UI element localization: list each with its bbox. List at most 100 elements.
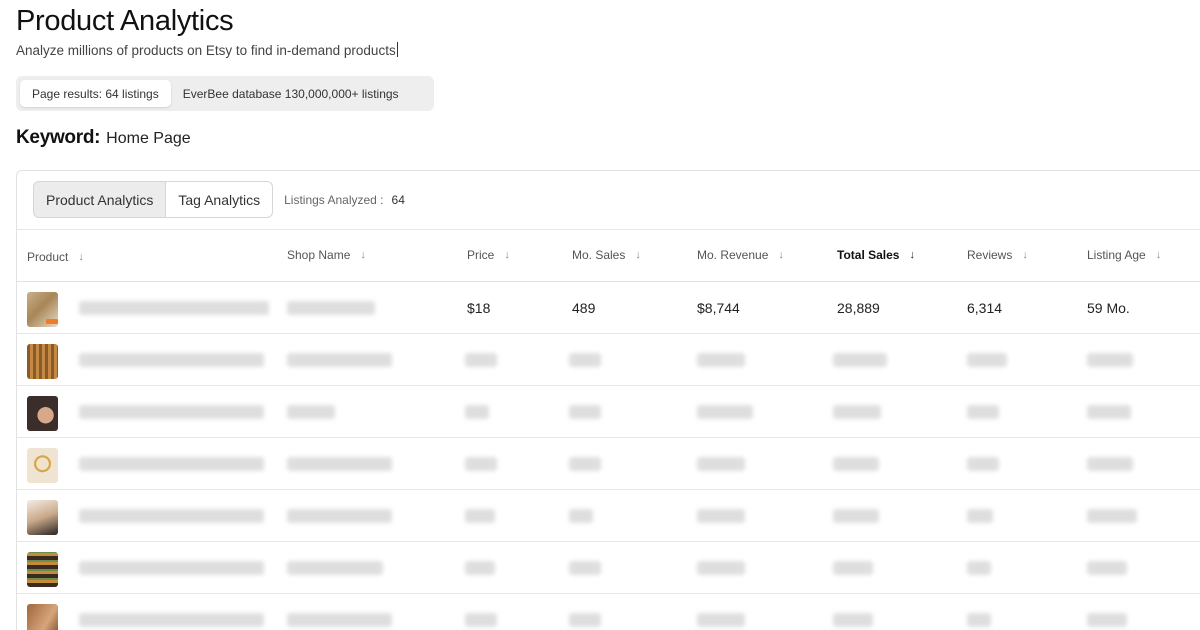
reviews-cell xyxy=(967,438,999,490)
column-label: Listing Age xyxy=(1087,248,1146,262)
arrow-down-icon[interactable]: ↓ xyxy=(778,249,784,261)
reviews-cell xyxy=(967,594,991,630)
shop-name[interactable] xyxy=(287,282,375,334)
tab-tag-analytics[interactable]: Tag Analytics xyxy=(166,181,274,218)
total-sales-cell xyxy=(833,438,879,490)
product-title[interactable] xyxy=(79,490,264,542)
mo-revenue-cell xyxy=(697,334,745,386)
shop-name[interactable] xyxy=(287,490,392,542)
table-row[interactable] xyxy=(17,542,1200,594)
listing-age-cell xyxy=(1087,594,1127,630)
keyword-line: Keyword: Home Page xyxy=(16,127,191,149)
results-scope-toggle: Page results: 64 listings EverBee databa… xyxy=(16,76,434,111)
mo-revenue-cell xyxy=(697,542,745,594)
product-thumbnail[interactable] xyxy=(27,604,58,630)
reviews-cell: 6,314 xyxy=(967,300,1003,316)
mo-revenue-cell xyxy=(697,490,745,542)
column-header-mo-sales[interactable]: Mo. Sales ↓ xyxy=(572,248,641,262)
product-title[interactable] xyxy=(79,282,269,334)
price-cell xyxy=(465,386,489,438)
listing-age-cell xyxy=(1087,542,1127,594)
page-results-option[interactable]: Page results: 64 listings xyxy=(20,80,171,107)
column-label: Mo. Sales xyxy=(572,248,626,262)
arrow-down-icon[interactable]: ↓ xyxy=(635,249,641,261)
analytics-panel: Product Analytics Tag Analytics Listings… xyxy=(16,170,1200,630)
column-label: Mo. Revenue xyxy=(697,248,769,262)
reviews-cell xyxy=(967,490,993,542)
mo-sales-cell xyxy=(569,490,593,542)
product-title[interactable] xyxy=(79,334,264,386)
column-header-price[interactable]: Price ↓ xyxy=(467,248,510,262)
column-header-listing-age[interactable]: Listing Age ↓ xyxy=(1087,248,1161,262)
mo-revenue-cell: $8,744 xyxy=(697,300,740,316)
page-title: Product Analytics xyxy=(16,5,234,37)
listings-analyzed-count: 64 xyxy=(391,192,405,207)
price-cell xyxy=(465,594,497,630)
product-thumbnail[interactable] xyxy=(27,500,58,535)
mo-revenue-cell xyxy=(697,594,745,630)
product-title[interactable] xyxy=(79,438,264,490)
listing-age-cell: 59 Mo. xyxy=(1087,300,1130,316)
total-sales-cell xyxy=(833,594,873,630)
listing-age-cell xyxy=(1087,334,1133,386)
arrow-down-icon[interactable]: ↓ xyxy=(1156,249,1162,261)
table-row[interactable] xyxy=(17,594,1200,630)
arrow-down-icon[interactable]: ↓ xyxy=(78,251,84,263)
column-header-reviews[interactable]: Reviews ↓ xyxy=(967,248,1028,262)
mo-sales-cell xyxy=(569,386,601,438)
shop-name[interactable] xyxy=(287,334,392,386)
column-label: Shop Name xyxy=(287,248,351,262)
product-thumbnail[interactable] xyxy=(27,292,58,327)
product-thumbnail[interactable] xyxy=(27,344,58,379)
mo-sales-cell xyxy=(569,542,601,594)
tab-product-analytics[interactable]: Product Analytics xyxy=(33,181,167,218)
mo-sales-cell: 489 xyxy=(572,300,596,316)
price-cell xyxy=(465,438,497,490)
column-header-product[interactable]: Product ↓ xyxy=(27,250,84,264)
product-title[interactable] xyxy=(79,594,264,630)
shop-name[interactable] xyxy=(287,386,335,438)
keyword-value: Home Page xyxy=(106,130,191,147)
total-sales-cell xyxy=(833,490,879,542)
product-thumbnail[interactable] xyxy=(27,396,58,431)
product-title[interactable] xyxy=(79,386,264,438)
total-sales-cell xyxy=(833,334,887,386)
keyword-label: Keyword: xyxy=(16,127,101,148)
analytics-tabs: Product Analytics Tag Analytics Listings… xyxy=(33,181,405,218)
listings-analyzed: Listings Analyzed : 64 xyxy=(284,193,405,207)
product-title[interactable] xyxy=(79,542,264,594)
arrow-down-icon[interactable]: ↓ xyxy=(909,249,915,261)
column-label: Reviews xyxy=(967,248,1013,262)
price-cell: $18 xyxy=(467,300,491,316)
total-sales-cell xyxy=(833,386,881,438)
shop-name[interactable] xyxy=(287,542,383,594)
text-caret xyxy=(396,42,398,57)
arrow-down-icon[interactable]: ↓ xyxy=(360,249,366,261)
shop-name[interactable] xyxy=(287,594,392,630)
column-header-total-sales[interactable]: Total Sales ↓ xyxy=(837,248,915,262)
total-sales-cell xyxy=(833,542,873,594)
arrow-down-icon[interactable]: ↓ xyxy=(1022,249,1028,261)
column-label: Product xyxy=(27,250,69,264)
arrow-down-icon[interactable]: ↓ xyxy=(504,249,510,261)
mo-revenue-cell xyxy=(697,386,753,438)
column-label: Price xyxy=(467,248,495,262)
listing-age-cell xyxy=(1087,438,1133,490)
page-subtitle-text: Analyze millions of products on Etsy to … xyxy=(16,43,396,58)
table-row[interactable] xyxy=(17,438,1200,490)
column-header-mo-revenue[interactable]: Mo. Revenue ↓ xyxy=(697,248,784,262)
table-row[interactable] xyxy=(17,490,1200,542)
listing-age-cell xyxy=(1087,490,1137,542)
everbee-database-option[interactable]: EverBee database 130,000,000+ listings xyxy=(171,80,411,107)
price-cell xyxy=(465,334,497,386)
table-row[interactable] xyxy=(17,386,1200,438)
mo-sales-cell xyxy=(569,438,601,490)
price-cell xyxy=(465,490,495,542)
column-header-shop-name[interactable]: Shop Name ↓ xyxy=(287,248,366,262)
table-row[interactable] xyxy=(17,334,1200,386)
shop-name[interactable] xyxy=(287,438,392,490)
product-thumbnail[interactable] xyxy=(27,448,58,483)
product-thumbnail[interactable] xyxy=(27,552,58,587)
table-row[interactable]: $18 489 $8,744 28,889 6,314 59 Mo. xyxy=(17,282,1200,334)
mo-sales-cell xyxy=(569,334,601,386)
